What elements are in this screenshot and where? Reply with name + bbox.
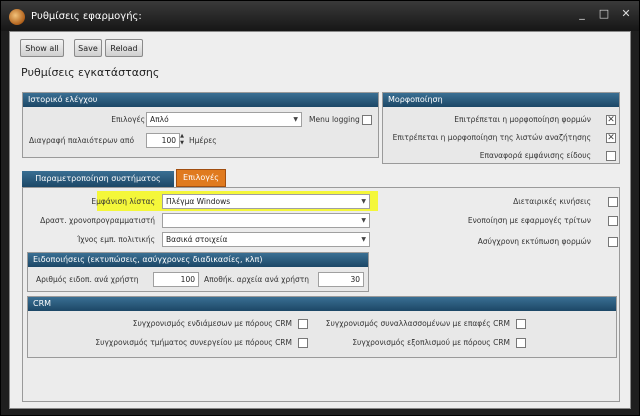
list-display-value: Πλέγμα Windows [166,197,231,206]
allow-form-formatting-checkbox[interactable]: ✕ [606,115,616,125]
policy-trace-label: Ίχνος εμπ. πολιτικής [77,235,155,244]
intercompany-checkbox[interactable] [608,197,618,207]
allow-list-formatting-checkbox[interactable]: ✕ [606,133,616,143]
minimize-icon[interactable]: _ [575,7,589,21]
stored-files-label: Αποθήκ. αρχεία ανά χρήστη [204,275,310,284]
formatting-panel-header: Μορφοποίηση [383,93,619,107]
intercompany-label: Διεταιρικές κινήσεις [513,197,591,206]
chevron-down-icon: ▼ [361,236,366,243]
delete-older-label: Διαγραφή παλαιότερων από [29,136,135,145]
app-logo-icon [9,9,25,25]
options-label: Επιλογές [111,115,145,124]
third-party-integration-label: Ενοποίηση με εφαρμογές τρίτων [467,216,591,225]
tab-options[interactable]: Επιλογές [176,169,226,187]
scheduler-select[interactable]: ▼ [162,213,370,228]
chevron-down-icon: ▼ [293,116,298,123]
third-party-integration-checkbox[interactable] [608,216,618,226]
menu-logging-checkbox[interactable] [362,115,372,125]
delete-days-input[interactable]: 100 [146,133,180,148]
chevron-down-icon: ▼ [361,198,366,205]
stored-files-input[interactable]: 30 [318,272,364,287]
tab-system-parameters[interactable]: Παραμετροποίηση συστήματος [22,171,174,187]
settings-form: Show all Save Reload Ρυθμίσεις εγκατάστα… [9,31,631,409]
policy-trace-value: Βασικά στοιχεία [166,235,228,244]
save-button[interactable]: Save [74,39,102,57]
list-display-label: Εμφάνιση λίστας [91,197,155,206]
allow-form-formatting-label: Επιτρέπεται η μορφοποίηση φορμών [454,115,591,124]
crm-sync-traders-checkbox[interactable] [516,319,526,329]
page-title: Ρυθμίσεις εγκατάστασης [21,66,160,79]
formatting-panel: Μορφοποίηση Επιτρέπεται η μορφοποίηση φο… [382,92,620,164]
options-select[interactable]: Απλό ▼ [146,112,302,127]
crm-panel: CRM Συγχρονισμός ενδιάμεσων με πόρους CR… [27,296,617,358]
app-window: Ρυθμίσεις εφαρμογής: _ □ ✕ Show all Save… [0,0,640,416]
chevron-down-icon: ▼ [361,217,366,224]
allow-list-formatting-label: Επιτρέπεται η μορφοποίηση της λιστών ανα… [392,133,591,142]
async-print-label: Ασύγχρονη εκτύπωση φορμών [477,237,591,246]
days-label: Ημέρες [189,136,217,145]
crm-sync-equipment-label: Συγχρονισμός εξοπλισμού με πόρους CRM [352,338,510,347]
scheduler-label: Δραστ. χρονοπρογραμματιστή [40,216,155,225]
restore-item-display-label: Επαναφορά εμφάνισης είδους [479,151,591,160]
title-bar[interactable]: Ρυθμίσεις εφαρμογής: _ □ ✕ [1,1,639,31]
spin-stepper-icon[interactable]: ▲ ▼ [178,133,186,148]
show-all-button[interactable]: Show all [20,39,64,57]
list-display-select[interactable]: Πλέγμα Windows ▼ [162,194,370,209]
reload-button[interactable]: Reload [105,39,143,57]
notifications-panel: Ειδοποιήσεις (εκτυπώσεις, ασύγχρονες δια… [27,252,369,292]
async-print-checkbox[interactable] [608,237,618,247]
policy-trace-select[interactable]: Βασικά στοιχεία ▼ [162,232,370,247]
close-icon[interactable]: ✕ [619,7,633,21]
history-panel-header: Ιστορικό ελέγχου [23,93,378,107]
crm-sync-workshop-label: Συγχρονισμός τμήματος συνεργείου με πόρο… [95,338,292,347]
menu-logging-label: Menu logging [309,115,360,124]
crm-sync-traders-label: Συγχρονισμός συναλλασσομένων με επαφές C… [325,319,510,328]
maximize-icon[interactable]: □ [597,7,611,21]
crm-sync-intermediaries-checkbox[interactable] [298,319,308,329]
restore-item-display-checkbox[interactable] [606,151,616,161]
history-panel: Ιστορικό ελέγχου Επιλογές Απλό ▼ Menu lo… [22,92,379,158]
crm-sync-workshop-checkbox[interactable] [298,338,308,348]
crm-sync-equipment-checkbox[interactable] [516,338,526,348]
crm-panel-header: CRM [28,297,616,311]
crm-sync-intermediaries-label: Συγχρονισμός ενδιάμεσων με πόρους CRM [132,319,292,328]
window-title: Ρυθμίσεις εφαρμογής: [31,11,142,22]
notifications-per-user-label: Αριθμός ειδοπ. ανά χρήστη [36,275,139,284]
options-tab-panel: Εμφάνιση λίστας Πλέγμα Windows ▼ Δραστ. … [22,187,620,402]
options-value: Απλό [150,115,169,124]
notifications-per-user-input[interactable]: 100 [153,272,199,287]
notifications-panel-header: Ειδοποιήσεις (εκτυπώσεις, ασύγχρονες δια… [28,253,368,267]
